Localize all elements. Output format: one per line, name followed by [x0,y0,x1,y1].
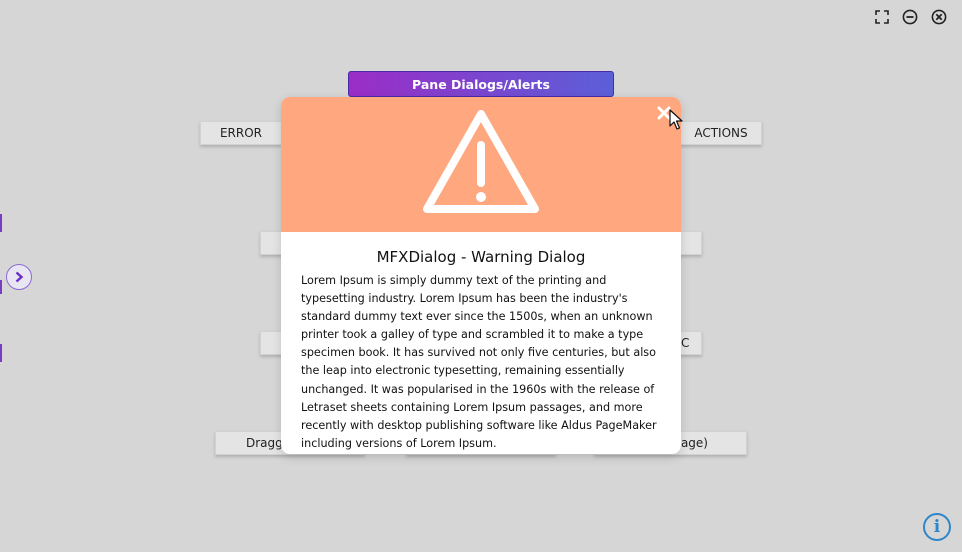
actions-button-label: ACTIONS [694,126,748,140]
info-button[interactable]: i [923,513,951,541]
dialog-title: MFXDialog - Warning Dialog [376,248,586,266]
dialog-body-text: Lorem Ipsum is simply dummy text of the … [301,274,657,450]
fullscreen-button[interactable] [874,9,890,25]
close-icon [931,9,947,25]
warning-icon [423,110,539,213]
stage-button-label: tage) [676,436,708,450]
info-icon: i [933,517,941,537]
pane-dialogs-alerts-button[interactable]: Pane Dialogs/Alerts [348,71,614,97]
error-button-label: ERROR [219,126,263,140]
minimize-icon [902,9,918,25]
close-window-button[interactable] [931,9,947,25]
error-button[interactable]: ERROR [200,121,282,145]
warning-dialog: MFXDialog - Warning Dialog Lorem Ipsum i… [281,97,681,454]
actions-button[interactable]: ACTIONS [680,121,762,145]
background-button-right-2-label: C [681,336,690,350]
app-background: Pane Dialogs/Alerts ERROR ACTIONS C Drag… [0,0,962,552]
chevron-right-icon [15,271,24,283]
fullscreen-icon [875,10,889,24]
dialog-header [281,97,681,232]
minimize-button[interactable] [902,9,918,25]
mouse-cursor-icon [669,109,683,130]
expand-pane-button[interactable] [6,264,32,290]
